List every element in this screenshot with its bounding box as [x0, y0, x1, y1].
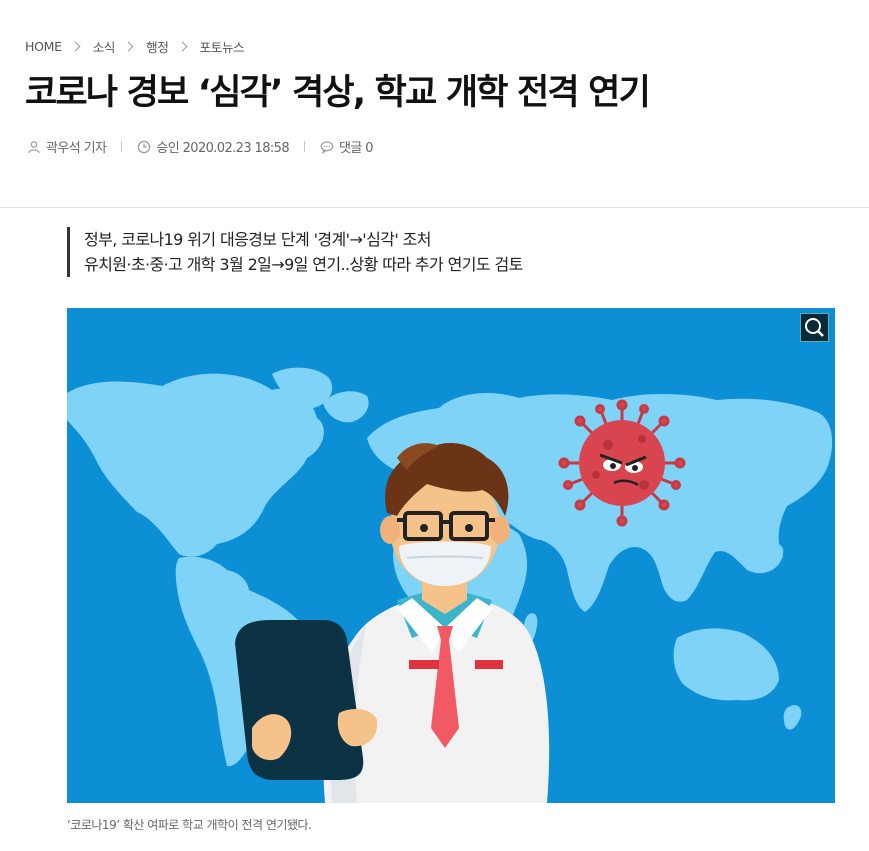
magnifier-icon — [805, 318, 824, 337]
comment-count[interactable]: 댓글 0 — [339, 137, 374, 156]
person-icon — [28, 140, 40, 153]
chevron-right-icon — [177, 41, 187, 51]
virus-illustration — [558, 399, 686, 527]
breadcrumb-news[interactable]: 소식 — [93, 37, 116, 56]
author-name[interactable]: 곽우석 기자 — [46, 137, 107, 156]
article-title: 코로나 경보 ‘심각’ 격상, 학교 개학 전격 연기 — [25, 73, 651, 113]
meta-divider — [121, 141, 123, 152]
article-meta: 곽우석 기자 승인 2020.02.23 18:58 댓글 0 — [27, 137, 374, 156]
article-photo[interactable] — [67, 308, 835, 803]
meta-divider — [304, 141, 306, 152]
approved-datetime: 승인 2020.02.23 18:58 — [156, 141, 290, 156]
article-summary: 정부, 코로나19 위기 대응경보 단계 '경계'→'심각' 조처 유치원·초·… — [67, 227, 523, 277]
photo-illustration — [67, 367, 833, 803]
breadcrumb: HOME 소식 행정 포토뉴스 — [25, 37, 245, 56]
header-divider — [0, 207, 869, 208]
chevron-right-icon — [123, 41, 134, 51]
photo-zoom-button[interactable] — [800, 313, 829, 342]
doctor-illustration — [235, 443, 550, 803]
breadcrumb-photo-news[interactable]: 포토뉴스 — [200, 37, 245, 56]
comment-icon — [320, 140, 334, 154]
breadcrumb-home[interactable]: HOME — [25, 39, 62, 54]
clock-icon — [138, 140, 151, 153]
summary-line: 유치원·초·중·고 개학 3월 2일→9일 연기..상황 따라 추가 연기도 검… — [84, 255, 523, 274]
photo-caption: ‘코로나19’ 확산 여파로 학교 개학이 전격 연기됐다. — [67, 818, 312, 832]
breadcrumb-admin[interactable]: 행정 — [146, 37, 169, 56]
chevron-right-icon — [70, 41, 81, 51]
summary-line: 정부, 코로나19 위기 대응경보 단계 '경계'→'심각' 조처 — [84, 230, 431, 249]
